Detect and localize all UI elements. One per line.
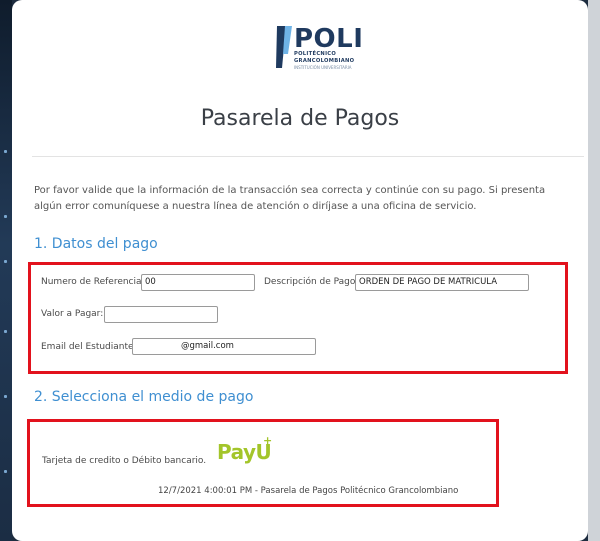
description-label: Descripción de Pago: — [264, 277, 359, 287]
decor-dot — [4, 330, 7, 333]
background-strip-right — [588, 0, 600, 541]
payu-logo-button[interactable]: PayU + — [217, 434, 272, 464]
logo-line-2: GRANCOLOMBIANO — [294, 58, 355, 64]
reference-input[interactable]: 00 — [141, 274, 255, 291]
decor-dot — [4, 260, 7, 263]
section-title-payment-method: 2. Selecciona el medio de pago — [34, 389, 254, 405]
logo-wordmark: POLI — [294, 24, 364, 54]
decor-dot — [4, 215, 7, 218]
email-label: Email del Estudiante: — [41, 342, 137, 352]
decor-dot — [4, 470, 7, 473]
decor-dot — [4, 150, 7, 153]
payment-method-label: Tarjeta de credito o Débito bancario. — [42, 456, 207, 466]
header-divider — [32, 156, 584, 157]
poli-logo: POLI POLITÉCNICO GRANCOLOMBIANO INSTITUC… — [274, 24, 364, 80]
reference-label: Numero de Referencia: — [41, 277, 145, 287]
footer-timestamp: 12/7/2021 4:00:01 PM - Pasarela de Pagos… — [158, 486, 459, 496]
description-input[interactable]: ORDEN DE PAGO DE MATRICULA — [355, 274, 529, 291]
logo-line-1: POLITÉCNICO — [294, 51, 337, 57]
amount-input[interactable] — [104, 306, 218, 323]
intro-text: Por favor valide que la información de l… — [34, 185, 546, 212]
page-title: Pasarela de Pagos — [200, 106, 400, 131]
email-input[interactable]: @gmail.com — [132, 338, 316, 355]
decor-dot — [4, 395, 7, 398]
background-strip-left — [0, 0, 12, 541]
payment-page: POLI POLITÉCNICO GRANCOLOMBIANO INSTITUC… — [12, 0, 588, 541]
logo-line-3: INSTITUCIÓN UNIVERSITARIA — [294, 65, 352, 70]
logo-mark-icon — [276, 26, 292, 68]
section-title-payment-data: 1. Datos del pago — [34, 236, 158, 252]
amount-label: Valor a Pagar: — [41, 309, 104, 319]
payu-plus-icon: + — [263, 434, 272, 447]
